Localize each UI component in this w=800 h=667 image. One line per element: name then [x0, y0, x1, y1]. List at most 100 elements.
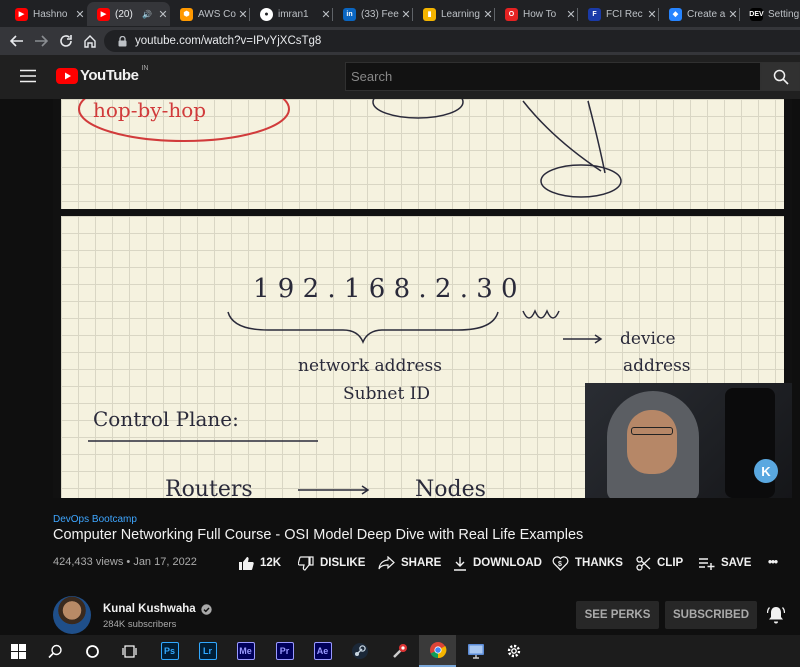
- tab-separator: [739, 8, 740, 21]
- windows-taskbar: Ps Lr Me Pr Ae: [0, 635, 800, 667]
- subscribed-button[interactable]: SUBSCRIBED: [665, 601, 757, 629]
- region-code: IN: [141, 65, 149, 72]
- see-perks-button[interactable]: SEE PERKS: [576, 601, 659, 629]
- lightroom-icon: Lr: [198, 642, 217, 660]
- tab-close-icon[interactable]: ✕: [156, 8, 170, 21]
- taskbar-button[interactable]: [37, 635, 74, 667]
- learning-icon: ▮: [423, 7, 436, 21]
- taskbar-button[interactable]: [495, 635, 532, 667]
- youtube-logo-text: YouTube: [80, 67, 139, 84]
- browser-tab[interactable]: ▶ Hashno ✕: [5, 2, 87, 26]
- browser-tab[interactable]: O How To ✕: [495, 2, 578, 26]
- search-icon: [773, 69, 789, 85]
- tab-close-icon[interactable]: ✕: [645, 8, 659, 21]
- tab-close-icon[interactable]: ✕: [726, 8, 740, 21]
- clip-label: CLIP: [657, 557, 684, 569]
- browser-tab[interactable]: ▶ (20) 🔊 ✕: [87, 2, 170, 26]
- taskbar-button[interactable]: Ps: [151, 635, 188, 667]
- search-button[interactable]: [761, 62, 800, 91]
- taskbar-button[interactable]: Pr: [266, 635, 303, 667]
- tool-icon: [391, 642, 409, 660]
- taskbar-button[interactable]: [457, 635, 494, 667]
- taskbar-button[interactable]: [419, 635, 456, 667]
- tab-title: How To: [523, 8, 557, 20]
- forward-button[interactable]: [32, 32, 50, 50]
- browser-tab[interactable]: ⬢ AWS Co ✕: [170, 2, 250, 26]
- tab-separator: [494, 8, 495, 21]
- taskbar-button[interactable]: Ae: [304, 635, 341, 667]
- taskbar-button[interactable]: Lr: [189, 635, 226, 667]
- media-encoder-icon: Me: [236, 642, 255, 660]
- tab-title: (20): [115, 8, 133, 20]
- save-button[interactable]: SAVE: [699, 554, 751, 572]
- tab-audio-icon[interactable]: 🔊: [142, 10, 152, 19]
- ip-address-text: 1 9 2 . 1 6 8 . 2 . 3 0: [253, 274, 518, 304]
- download-button[interactable]: DOWNLOAD: [453, 554, 542, 572]
- premiere-icon: Pr: [275, 642, 294, 660]
- taskbar-button[interactable]: Me: [227, 635, 264, 667]
- tab-close-icon[interactable]: ✕: [319, 8, 333, 21]
- channel-avatar[interactable]: [53, 596, 91, 634]
- video-player[interactable]: hop-by-hop 1 9 2 . 1 6 8 . 2 . 3 0 devic…: [53, 99, 792, 498]
- network-address-text: network address: [298, 356, 442, 376]
- taskbar-button[interactable]: [111, 635, 148, 667]
- dislike-label: DISLIKE: [320, 557, 366, 569]
- scissors-icon: [636, 555, 651, 571]
- more-actions-button[interactable]: •••: [768, 554, 778, 572]
- tab-separator: [577, 8, 578, 21]
- like-count: 12K: [260, 557, 282, 569]
- monitor-icon: [467, 642, 485, 660]
- browser-tab[interactable]: ▮ Learning ✕: [413, 2, 495, 26]
- back-button[interactable]: [8, 32, 26, 50]
- browser-tab[interactable]: DEV Setting: [740, 2, 800, 26]
- browser-toolbar: youtube.com/watch?v=IPvYjXCsTg8: [0, 27, 800, 55]
- channel-name-row[interactable]: Kunal Kushwaha: [103, 603, 212, 615]
- share-icon: [378, 556, 395, 570]
- taskbar-button[interactable]: [341, 635, 378, 667]
- github-icon: ●: [260, 7, 273, 21]
- tab-close-icon[interactable]: ✕: [564, 8, 578, 21]
- reload-icon: [60, 35, 72, 47]
- clip-button[interactable]: CLIP: [636, 554, 683, 572]
- presenter-face: [627, 410, 677, 474]
- dislike-button[interactable]: DISLIKE: [298, 554, 365, 572]
- tab-separator: [658, 8, 659, 21]
- tab-close-icon[interactable]: ✕: [73, 8, 87, 21]
- youtube-logo[interactable]: YouTube IN: [56, 65, 149, 84]
- opera-icon: O: [505, 7, 518, 21]
- hamburger-menu-button[interactable]: [20, 69, 36, 88]
- notification-bell-button[interactable]: [766, 605, 786, 629]
- taskbar-button[interactable]: [381, 635, 418, 667]
- svg-text:$: $: [558, 561, 562, 568]
- hop-by-hop-text: hop-by-hop: [93, 99, 206, 122]
- dev-icon: DEV: [749, 7, 764, 21]
- search-input[interactable]: Search: [345, 62, 761, 91]
- share-button[interactable]: SHARE: [378, 554, 441, 572]
- browser-tab[interactable]: F FCI Rec ✕: [578, 2, 659, 26]
- steam-icon: [351, 642, 369, 660]
- browser-tab[interactable]: ● imran1 ✕: [250, 2, 333, 26]
- tab-close-icon[interactable]: ✕: [481, 8, 495, 21]
- chrome-icon: [429, 641, 447, 659]
- reload-button[interactable]: [57, 32, 75, 50]
- youtube-icon: ▶: [15, 7, 28, 21]
- taskbar-button[interactable]: [0, 635, 37, 667]
- address-bar[interactable]: youtube.com/watch?v=IPvYjXCsTg8: [104, 30, 800, 52]
- home-button[interactable]: [81, 32, 99, 50]
- taskbar-button[interactable]: [74, 635, 111, 667]
- tab-title: Hashno: [33, 8, 68, 20]
- verified-check-icon: [200, 603, 212, 615]
- like-button[interactable]: 12K: [238, 554, 281, 572]
- device-label: device: [620, 329, 676, 349]
- thanks-button[interactable]: $ THANKS: [552, 554, 623, 572]
- subscriber-count: 284K subscribers: [103, 619, 177, 630]
- browser-tab[interactable]: in (33) Fee ✕: [333, 2, 413, 26]
- view-count: 424,433 views: [53, 556, 124, 568]
- playlist-link[interactable]: DevOps Bootcamp: [53, 514, 137, 525]
- browser-tab[interactable]: ◆ Create a ✕: [659, 2, 740, 26]
- super-thanks-icon: $: [552, 555, 569, 571]
- address-label: address: [623, 356, 691, 376]
- glasses: [631, 427, 673, 435]
- tab-close-icon[interactable]: ✕: [236, 8, 250, 21]
- tab-close-icon[interactable]: ✕: [399, 8, 413, 21]
